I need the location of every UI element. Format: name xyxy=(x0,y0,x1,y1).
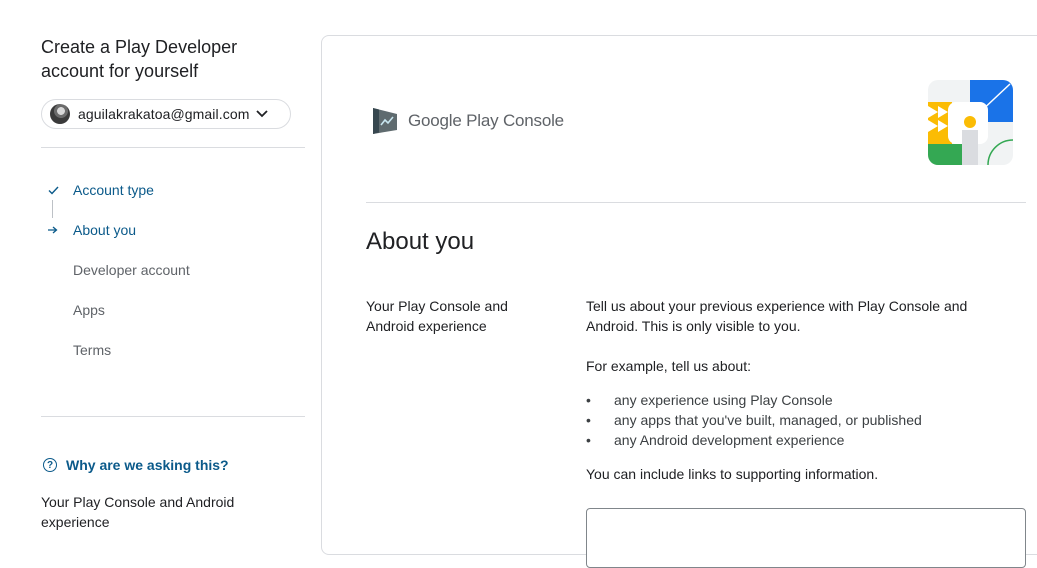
step-label: About you xyxy=(73,222,137,238)
stepper: Account type About you Developer account… xyxy=(41,170,305,370)
logo-console: Console xyxy=(502,111,564,130)
play-console-logo-icon xyxy=(373,108,397,134)
help-icon: ? xyxy=(43,458,57,472)
step-apps[interactable]: Apps xyxy=(41,290,305,330)
sidebar-divider xyxy=(41,147,305,148)
field-description: Tell us about your previous experience w… xyxy=(586,296,1006,484)
example-list: any experience using Play Console any ap… xyxy=(586,390,1006,450)
chevron-down-icon xyxy=(255,107,269,121)
step-label: Developer account xyxy=(73,262,190,278)
step-label: Apps xyxy=(73,302,105,318)
step-account-type[interactable]: Account type xyxy=(41,170,305,218)
step-developer-account[interactable]: Developer account xyxy=(41,250,305,290)
why-asking-text: Your Play Console and Android experience xyxy=(41,494,235,530)
main-card: Google Play Console About you Your Play … xyxy=(321,35,1037,568)
description-example: For example, tell us about: xyxy=(586,358,751,374)
account-email: aguilakrakatoa@gmail.com xyxy=(78,106,250,122)
field-label: Your Play Console and Android experience xyxy=(366,298,508,334)
list-item: any Android development experience xyxy=(586,430,1006,450)
avatar xyxy=(50,104,70,124)
step-about-you[interactable]: About you xyxy=(41,210,305,250)
sidebar-title: Create a Play Developer account for your… xyxy=(41,37,238,81)
description-intro: Tell us about your previous experience w… xyxy=(586,298,968,334)
logo-google-play: Google Play xyxy=(408,111,499,130)
why-asking-link[interactable]: ? Why are we asking this? xyxy=(41,457,229,473)
account-switcher[interactable]: aguilakrakatoa@gmail.com xyxy=(41,99,291,129)
list-item: any experience using Play Console xyxy=(586,390,1006,410)
logo-text: Google Play Console xyxy=(408,111,564,131)
page-title: About you xyxy=(366,228,475,255)
arrow-right-icon xyxy=(46,223,60,237)
description-links: You can include links to supporting info… xyxy=(586,466,879,482)
play-console-logo: Google Play Console xyxy=(371,106,564,136)
check-icon xyxy=(46,183,60,197)
list-item: any apps that you've built, managed, or … xyxy=(586,410,1006,430)
sidebar: Create a Play Developer account for your… xyxy=(41,0,305,536)
step-label: Account type xyxy=(73,182,154,198)
step-terms[interactable]: Terms xyxy=(41,330,305,370)
why-asking-label: Why are we asking this? xyxy=(66,457,229,473)
header-illustration xyxy=(928,80,1013,165)
sidebar-divider xyxy=(41,416,305,417)
step-label: Terms xyxy=(73,342,112,358)
experience-textarea[interactable] xyxy=(586,508,1026,568)
card-divider xyxy=(366,202,1026,203)
